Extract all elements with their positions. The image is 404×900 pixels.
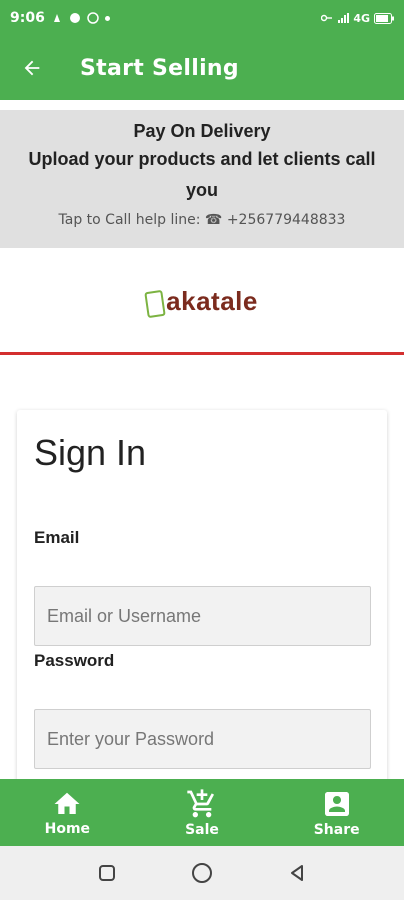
promo-subtitle: Upload your products and let clients cal… xyxy=(28,149,376,200)
nav-share[interactable]: Share xyxy=(269,779,404,846)
bottom-navigation: Home Sale Share xyxy=(0,779,404,846)
signin-title: Sign In xyxy=(34,432,147,473)
notification-icon xyxy=(53,14,60,22)
more-notifications-dot xyxy=(104,15,110,21)
circle-icon[interactable] xyxy=(191,862,213,884)
phone-icon: ☎ xyxy=(204,212,223,228)
password-field[interactable] xyxy=(34,709,371,769)
status-bar: 9:06 4G xyxy=(0,0,404,36)
promo-banner: Pay On Delivery Upload your products and… xyxy=(0,110,404,248)
notification-icon xyxy=(69,13,80,23)
logo-area: akatale xyxy=(0,250,404,352)
signal-icon xyxy=(338,13,350,23)
signin-card: Sign In Email Password xyxy=(17,410,387,810)
add-to-cart-icon xyxy=(187,788,214,817)
arrow-left-icon xyxy=(24,60,40,76)
email-label: Email xyxy=(34,528,80,547)
nav-home-label: Home xyxy=(44,820,91,837)
system-navigation-bar xyxy=(0,846,404,900)
nav-home[interactable]: Home xyxy=(0,779,135,846)
back-button[interactable] xyxy=(0,36,64,100)
nav-sale-label: Sale xyxy=(185,821,219,838)
logo-text: akatale xyxy=(166,285,258,316)
whatsapp-icon xyxy=(87,12,99,24)
network-type: 4G xyxy=(353,11,370,25)
square-icon[interactable] xyxy=(97,863,117,883)
app-bar: Start Selling xyxy=(0,36,404,100)
key-icon xyxy=(321,14,333,22)
help-line-number: +256779448833 xyxy=(226,212,346,228)
home-icon xyxy=(54,792,80,814)
nav-sale[interactable]: Sale xyxy=(135,779,270,846)
email-field[interactable] xyxy=(34,586,371,646)
share-icon xyxy=(324,791,349,816)
help-line[interactable]: Tap to Call help line: ☎ +256779448833 xyxy=(0,212,404,228)
password-label: Password xyxy=(34,651,115,670)
promo-title: Pay On Delivery xyxy=(133,121,271,141)
shopping-bag-icon xyxy=(144,289,166,318)
akatale-logo: akatale xyxy=(144,285,258,318)
status-time: 9:06 xyxy=(10,10,45,26)
page-title: Start Selling xyxy=(80,55,239,81)
divider xyxy=(0,352,404,355)
nav-share-label: Share xyxy=(313,821,360,838)
back-triangle-icon[interactable] xyxy=(287,863,307,883)
battery-icon xyxy=(374,12,394,24)
help-line-label: Tap to Call help line: xyxy=(58,212,201,228)
